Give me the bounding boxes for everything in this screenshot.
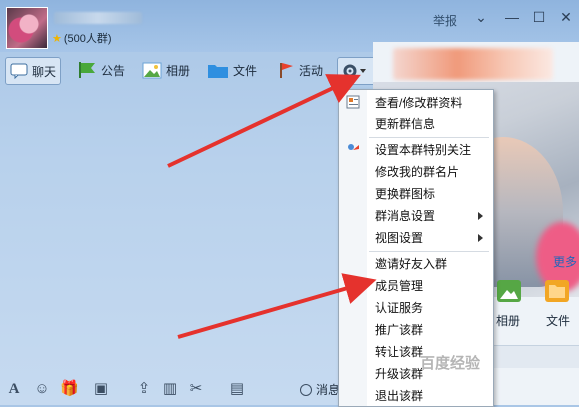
red-packet-icon[interactable]: ▤ [229,381,245,397]
chat-message-area[interactable] [0,88,340,370]
menu-item-upgrade[interactable]: 升级该群 [375,364,423,384]
photo-icon [142,62,162,78]
activity-flag-icon [280,63,293,78]
toolbar: 聊天 公告 相册 文件 活动 [0,54,385,86]
gift-icon[interactable]: 🎁 [60,381,79,397]
maximize-icon[interactable]: ☐ [530,9,548,25]
present-icon[interactable]: ▥ [162,381,178,397]
submenu-arrow-icon [478,234,483,242]
ad-banner-blurred [393,48,553,80]
menu-item-message-settings[interactable]: 群消息设置 [375,206,435,226]
menu-item-edit-card[interactable]: 修改我的群名片 [375,162,459,182]
menu-item-view-settings[interactable]: 视图设置 [375,228,423,248]
report-link[interactable]: 举报 [433,12,457,29]
input-toolbar: A ☺ 🎁 ▣ ⇪ ▥ ✂ ▤ [0,375,340,405]
more-link[interactable]: 更多 [553,253,577,270]
tab-announcement[interactable]: 公告 [77,57,125,83]
menu-item-quit[interactable]: 退出该群 [375,386,423,406]
chevron-down-icon[interactable]: ⌄ [472,9,490,25]
clock-icon [300,383,312,396]
chevron-down-icon [360,69,366,73]
menu-item-view-edit-profile[interactable]: 查看/修改群资料 [375,93,462,113]
watermark: 百度经验 [420,355,481,372]
star-icon: ★ [52,33,62,45]
menu-item-promote[interactable]: 推广该群 [375,320,423,340]
gear-icon [343,64,357,78]
menu-item-update-info[interactable]: 更新群信息 [375,114,435,134]
menu-icon-gutter [339,90,367,406]
upload-icon[interactable]: ⇪ [136,381,152,397]
message-record-button[interactable]: 消息 [300,381,340,398]
minimize-icon[interactable]: — [503,9,521,25]
group-avatar[interactable] [6,7,48,49]
album-icon[interactable] [497,280,521,302]
menu-item-change-icon[interactable]: 更换群图标 [375,184,435,204]
profile-icon [346,95,360,109]
file-icon[interactable] [545,280,569,302]
flag-icon [79,62,95,78]
tab-files[interactable]: 文件 [207,57,257,83]
follow-icon [348,144,359,150]
member-list-header [493,345,579,368]
submenu-arrow-icon [478,212,483,220]
tab-chat[interactable]: 聊天 [5,57,62,85]
menu-item-special-follow[interactable]: 设置本群特别关注 [375,140,471,160]
folder-icon [208,64,228,78]
image-icon[interactable]: ▣ [93,381,109,397]
chat-icon [10,63,28,79]
group-name-blurred [54,12,142,24]
menu-divider [369,137,489,138]
close-icon[interactable]: ✕ [557,9,575,25]
font-icon[interactable]: A [6,381,22,397]
tab-activity[interactable]: 活动 [277,57,323,83]
app-label-album: 相册 [496,314,521,328]
menu-item-member-management[interactable]: 成员管理 [375,276,423,296]
menu-divider [369,251,489,252]
menu-item-transfer[interactable]: 转让该群 [375,342,423,362]
tab-album[interactable]: 相册 [142,57,190,83]
menu-item-certification[interactable]: 认证服务 [375,298,423,318]
member-count: ★ (500人群) [52,33,112,45]
menu-item-invite-friends[interactable]: 邀请好友入群 [375,254,447,274]
app-label-file: 文件 [546,314,571,328]
emoji-icon[interactable]: ☺ [34,381,50,397]
scissors-icon[interactable]: ✂ [188,381,204,397]
